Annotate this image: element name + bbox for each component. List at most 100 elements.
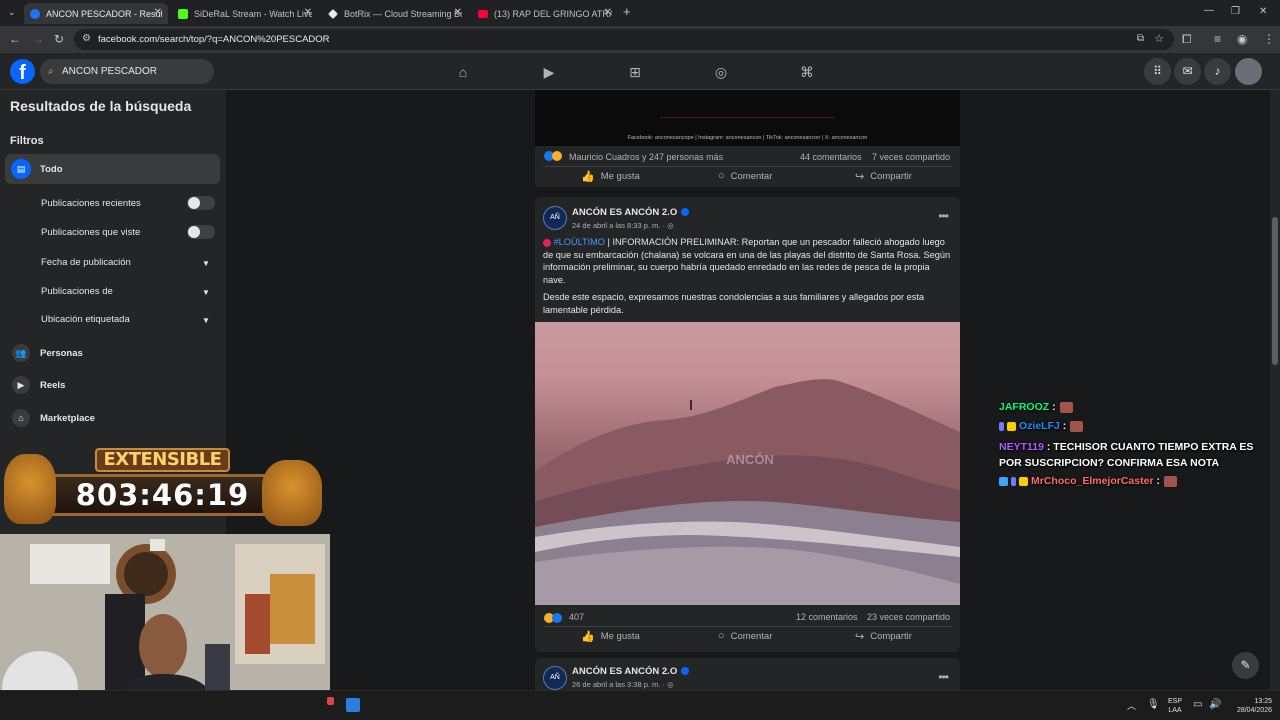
- comment-button[interactable]: ○ Comentar: [718, 630, 772, 642]
- close-window-icon[interactable]: ✕: [1259, 5, 1267, 19]
- post-author[interactable]: ANCÓN ES ANCÓN 2.O: [572, 666, 690, 677]
- public-globe-icon: ◎: [667, 221, 674, 230]
- filter-recent-posts-label: Publicaciones recientes: [41, 198, 141, 209]
- groups-icon[interactable]: ◎: [713, 64, 729, 80]
- comment-bubble-icon: ○: [718, 170, 725, 182]
- marketplace-icon: ⌂: [12, 409, 30, 427]
- scrollbar-thumb[interactable]: [1272, 217, 1278, 365]
- post-date[interactable]: 24 de abril a las 8:33 p. m. · ◎: [572, 221, 674, 230]
- comment-button[interactable]: ○ Comentar: [718, 170, 772, 182]
- install-app-icon[interactable]: ⧉: [1137, 33, 1144, 44]
- search-value: ANCON PESCADOR: [62, 66, 158, 77]
- new-message-button[interactable]: ✎: [1232, 652, 1259, 679]
- comments-count[interactable]: 12 comentarios: [796, 612, 858, 622]
- seen-posts-toggle[interactable]: [187, 225, 215, 239]
- post-image[interactable]: ANCÓN: [535, 322, 960, 605]
- forward-icon[interactable]: →: [32, 32, 44, 46]
- post-author[interactable]: ANCÓN ES ANCÓN 2.O: [572, 207, 690, 218]
- filter-all[interactable]: ▤ Todo: [5, 154, 220, 184]
- page-avatar[interactable]: AÑ: [543, 206, 567, 230]
- post-date[interactable]: 26 de abril a las 3:38 p. m. · ◎: [572, 680, 674, 689]
- tab-list-icon[interactable]: ⌄: [8, 5, 16, 19]
- share-arrow-icon: ↪: [855, 171, 865, 183]
- tab-youtube[interactable]: (13) RAP DEL GRINGO ATRASA ✕: [472, 3, 618, 24]
- volume-icon[interactable]: 🔊: [1209, 699, 1221, 710]
- filters-heading: Filtros: [10, 135, 44, 147]
- search-input[interactable]: ⌕ ANCON PESCADOR: [40, 59, 214, 84]
- back-icon[interactable]: ←: [9, 32, 21, 46]
- page-scrollbar[interactable]: [1270, 90, 1280, 690]
- close-tab-icon[interactable]: ✕: [454, 7, 462, 18]
- new-tab-icon[interactable]: +: [623, 5, 631, 19]
- minimize-icon[interactable]: —: [1204, 4, 1214, 18]
- chevron-down-icon[interactable]: ▼: [202, 316, 210, 325]
- messenger-icon[interactable]: ✉: [1174, 58, 1201, 85]
- network-icon[interactable]: ▭: [1193, 699, 1202, 710]
- post-options-icon[interactable]: •••: [938, 209, 949, 223]
- close-tab-icon[interactable]: ✕: [304, 7, 312, 18]
- marketplace-icon[interactable]: ⊞: [627, 64, 643, 80]
- tab-botrix[interactable]: BotRix — Cloud Streaming Bot ✕: [322, 3, 468, 24]
- chat-emote-icon: [1163, 475, 1177, 487]
- reload-icon[interactable]: ↻: [54, 32, 64, 46]
- gaming-icon[interactable]: ⌘: [799, 64, 815, 80]
- category-people[interactable]: Personas: [40, 348, 83, 359]
- chevron-down-icon[interactable]: ▼: [202, 288, 210, 297]
- shares-count[interactable]: 23 veces compartido: [867, 612, 950, 622]
- address-bar[interactable]: ⚙ facebook.com/search/top/?q=ANCON%20PES…: [74, 29, 1174, 50]
- chevron-down-icon[interactable]: ▼: [202, 259, 210, 268]
- profile-icon[interactable]: ◉: [1237, 32, 1247, 46]
- close-tab-icon[interactable]: ✕: [154, 7, 162, 18]
- thumbs-up-icon: 👍: [581, 171, 595, 183]
- like-button[interactable]: 👍 Me gusta: [581, 630, 640, 643]
- account-avatar[interactable]: [1235, 58, 1262, 85]
- maximize-icon[interactable]: ❐: [1231, 5, 1240, 19]
- browser-menu-icon[interactable]: ⋮: [1263, 32, 1275, 46]
- category-reels[interactable]: Reels: [40, 380, 65, 391]
- notifications-bell-icon[interactable]: ♪: [1204, 58, 1231, 85]
- recent-posts-toggle[interactable]: [187, 196, 215, 210]
- clock[interactable]: 13:25 28/04/2026: [1224, 697, 1272, 715]
- verified-badge-icon: [681, 667, 690, 676]
- post-options-icon[interactable]: •••: [938, 670, 949, 684]
- site-info-icon[interactable]: ⚙: [82, 33, 91, 44]
- chat-message: MrChoco_ElmejorCaster :: [999, 475, 1177, 487]
- shares-count[interactable]: 7 veces compartido: [872, 152, 950, 162]
- home-icon[interactable]: ⌂: [455, 64, 471, 80]
- language-indicator[interactable]: ESP LAA: [1166, 697, 1184, 715]
- bookmark-star-icon[interactable]: ☆: [1154, 32, 1164, 45]
- reactions-text[interactable]: Mauricio Cuadros y 247 personas más: [569, 152, 723, 162]
- taskbar-app-icon[interactable]: [346, 698, 360, 712]
- tray-chevron-up-icon[interactable]: ︿: [1127, 699, 1136, 712]
- tab-sideral-stream[interactable]: SiDeRaL Stream - Watch Live o ✕: [172, 3, 318, 24]
- video-icon[interactable]: ▶: [541, 64, 557, 80]
- share-button[interactable]: ↪ Compartir: [855, 630, 912, 643]
- tab-facebook-search[interactable]: ANCON PESCADOR - Resultado ✕: [24, 3, 168, 24]
- filter-seen-posts-label: Publicaciones que viste: [41, 227, 141, 238]
- facebook-logo[interactable]: f: [10, 59, 35, 84]
- page-avatar[interactable]: AÑ: [543, 666, 567, 690]
- reaction-count[interactable]: 407: [569, 612, 584, 622]
- chat-username: OzieLFJ: [1019, 420, 1060, 432]
- taskbar-app-icon[interactable]: [327, 697, 334, 705]
- filter-posts-from-dropdown[interactable]: Publicaciones de: [41, 286, 113, 297]
- like-button[interactable]: 👍 Me gusta: [581, 170, 640, 183]
- post-body: | INFORMACIÓN PRELIMINAR: Reportan que u…: [543, 237, 951, 285]
- hashtag-link[interactable]: #LOÚLTIMO: [554, 237, 605, 247]
- extensions-icon[interactable]: ⧠: [1182, 32, 1192, 46]
- chat-emote-icon: [1059, 401, 1073, 413]
- post-video[interactable]: Facebook: anconesancope | Instagram: anc…: [535, 90, 960, 146]
- comments-count[interactable]: 44 comentarios: [800, 152, 862, 162]
- tab-title: ANCON PESCADOR - Resultado: [46, 8, 162, 19]
- people-icon: 👥: [12, 344, 30, 362]
- category-marketplace[interactable]: Marketplace: [40, 413, 95, 424]
- post-text: #LOÚLTIMO | INFORMACIÓN PRELIMINAR: Repo…: [543, 236, 951, 286]
- menu-grid-icon[interactable]: ⠿: [1144, 58, 1171, 85]
- close-tab-icon[interactable]: ✕: [604, 7, 612, 18]
- share-button[interactable]: ↪ Compartir: [855, 170, 912, 183]
- filter-date-dropdown[interactable]: Fecha de publicación: [41, 257, 131, 268]
- microphone-icon[interactable]: 🎙: [1147, 699, 1160, 710]
- filter-location-dropdown[interactable]: Ubicación etiquetada: [41, 314, 130, 325]
- post-card: Facebook: anconesancope | Instagram: anc…: [535, 90, 960, 187]
- media-control-icon[interactable]: ≡: [1214, 32, 1221, 46]
